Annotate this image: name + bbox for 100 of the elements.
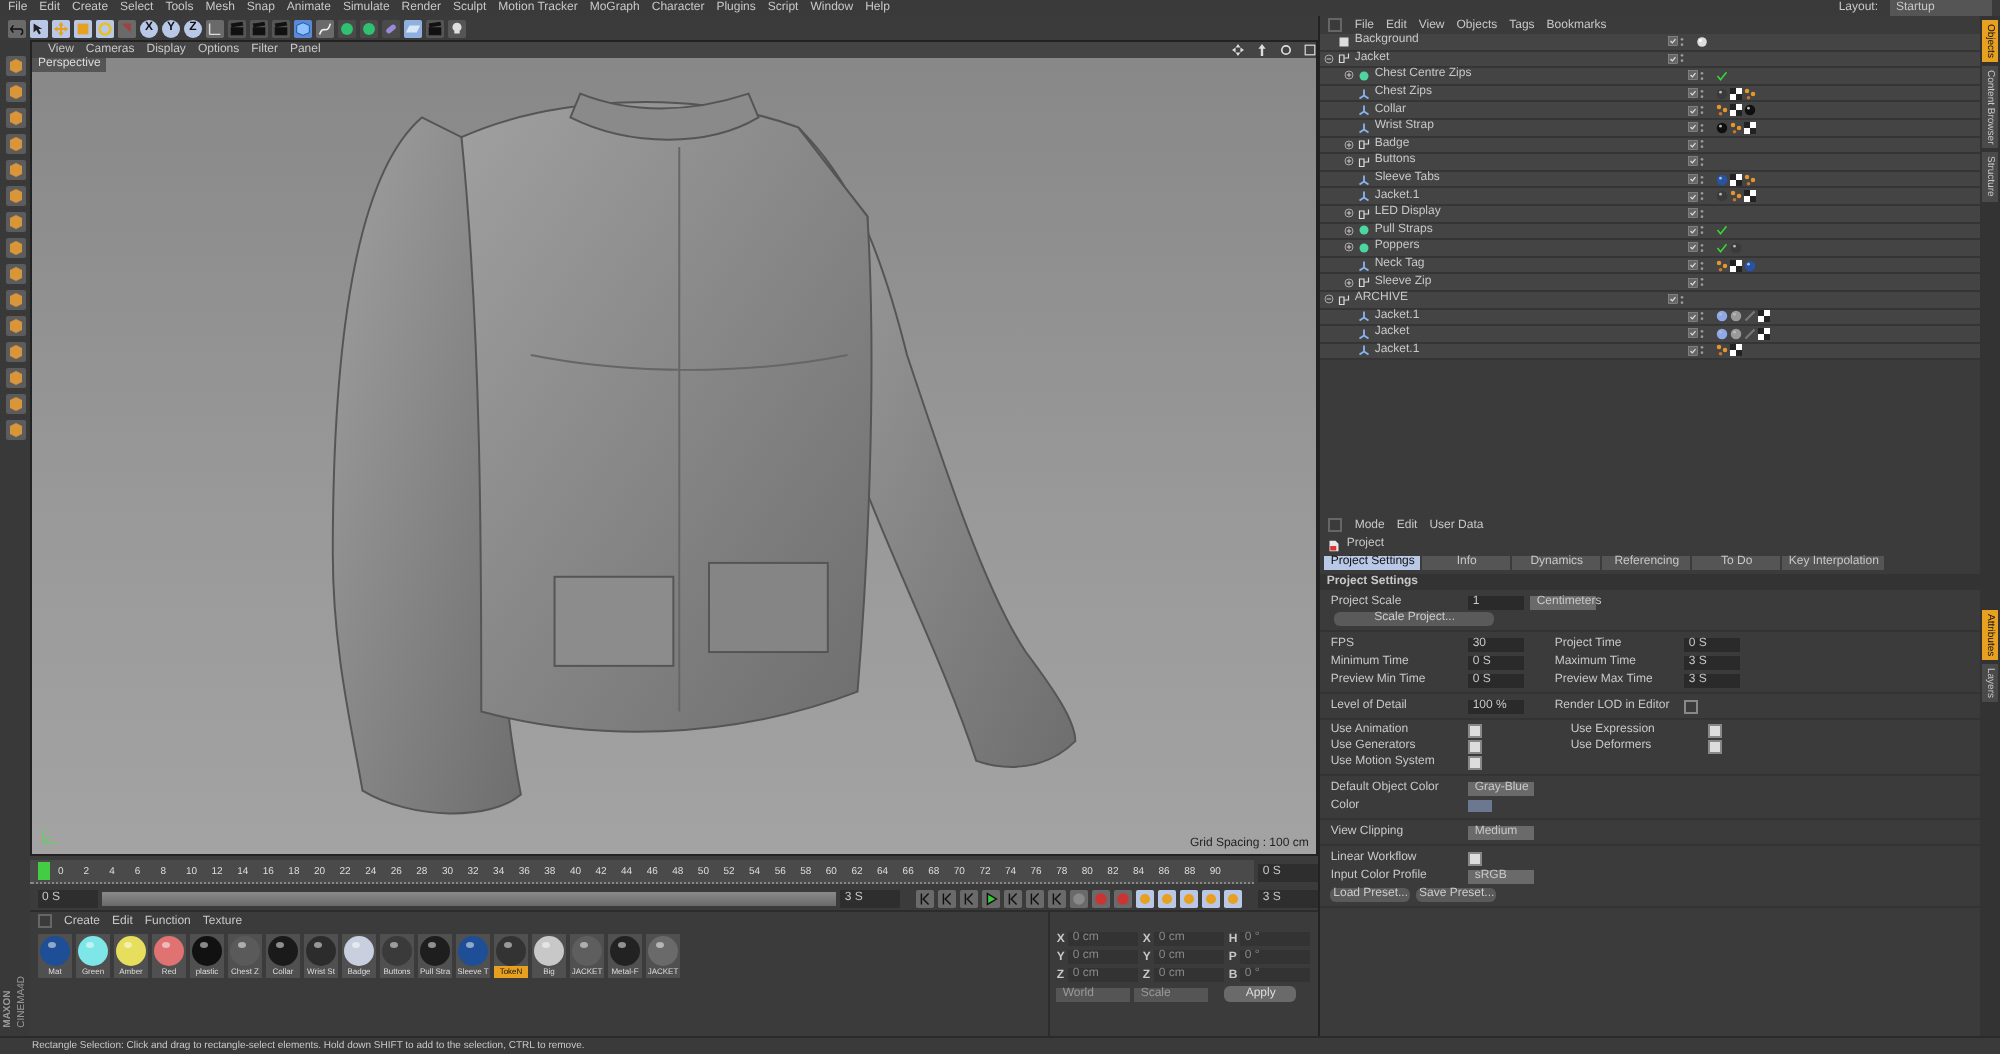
material-preview[interactable]	[40, 936, 70, 966]
clapperboard-icon[interactable]	[272, 19, 290, 37]
key-mode-icon[interactable]	[1202, 889, 1221, 907]
material-preview[interactable]	[648, 936, 678, 966]
material-preview[interactable]	[192, 936, 222, 966]
checker-tag-icon[interactable]	[1730, 173, 1743, 186]
material-preview[interactable]	[78, 936, 108, 966]
cube-icon[interactable]	[294, 19, 312, 37]
checkbox[interactable]	[1708, 740, 1723, 754]
editor-visibility-icon[interactable]	[1688, 225, 1699, 236]
material-tag-icon[interactable]	[1716, 87, 1729, 100]
material-preview[interactable]	[116, 936, 146, 966]
material-preview[interactable]	[230, 936, 260, 966]
material-tag-icon[interactable]	[1744, 104, 1757, 117]
mode-tool-icon[interactable]	[5, 316, 25, 336]
expand-toggle-icon[interactable]	[1324, 294, 1335, 305]
material-preview[interactable]	[572, 936, 602, 966]
checker-tag-icon[interactable]	[1730, 259, 1743, 272]
material-preview[interactable]	[344, 936, 374, 966]
material-preview[interactable]	[420, 936, 450, 966]
transport-icon[interactable]	[1004, 889, 1023, 907]
uvw-tag-icon[interactable]	[1744, 87, 1757, 100]
material-tag-icon[interactable]	[1730, 310, 1743, 323]
checker-tag-icon[interactable]	[1730, 87, 1743, 100]
move-icon[interactable]	[52, 19, 70, 37]
pen-icon[interactable]	[316, 19, 334, 37]
uvw-tag-icon[interactable]	[1744, 173, 1757, 186]
scale-icon[interactable]	[74, 19, 92, 37]
material-preview[interactable]	[534, 936, 564, 966]
preview-range-slider[interactable]	[102, 891, 837, 905]
uvw-tag-icon[interactable]	[1730, 190, 1743, 203]
mode-tool-icon[interactable]	[5, 342, 25, 362]
uvw-tag-icon[interactable]	[1716, 344, 1729, 357]
material-tag-icon[interactable]	[1730, 241, 1743, 254]
maximize-view-icon[interactable]	[1304, 44, 1317, 56]
mode-tool-icon[interactable]	[5, 290, 25, 310]
expand-toggle-icon[interactable]	[1344, 208, 1355, 219]
mode-tool-icon[interactable]	[5, 134, 25, 154]
clapperboard-icon[interactable]	[250, 19, 268, 37]
mode-tool-icon[interactable]	[5, 56, 25, 76]
expand-toggle-icon[interactable]	[1344, 225, 1355, 236]
material-tag-icon[interactable]	[1730, 327, 1743, 340]
editor-visibility-icon[interactable]	[1688, 328, 1699, 339]
expand-toggle-icon[interactable]	[1344, 277, 1355, 288]
editor-visibility-icon[interactable]	[1688, 156, 1699, 167]
editor-visibility-icon[interactable]	[1668, 53, 1679, 64]
material-preview[interactable]	[154, 936, 184, 966]
key-mode-icon[interactable]	[1180, 889, 1199, 907]
checker-tag-icon[interactable]	[1744, 190, 1757, 203]
mode-tool-icon[interactable]	[5, 368, 25, 388]
transport-icon[interactable]	[938, 889, 957, 907]
mode-tool-icon[interactable]	[5, 108, 25, 128]
material-preview[interactable]	[610, 936, 640, 966]
mode-tool-icon[interactable]	[5, 264, 25, 284]
editor-visibility-icon[interactable]	[1688, 242, 1699, 253]
editor-visibility-icon[interactable]	[1688, 139, 1699, 150]
transport-icon[interactable]	[960, 889, 979, 907]
mode-tool-icon[interactable]	[5, 212, 25, 232]
checker-tag-icon[interactable]	[1730, 344, 1743, 357]
visibility-dots-icon[interactable]	[1680, 293, 1685, 306]
mode-tool-icon[interactable]	[5, 420, 25, 440]
expand-toggle-icon[interactable]	[1344, 156, 1355, 167]
capsule-icon[interactable]	[382, 19, 400, 37]
rotate-icon[interactable]	[96, 19, 114, 37]
key-mode-icon[interactable]	[1224, 889, 1243, 907]
rotate-view-icon[interactable]	[1280, 44, 1293, 56]
editor-visibility-icon[interactable]	[1668, 294, 1679, 305]
material-tag-icon[interactable]	[1716, 310, 1729, 323]
mode-tool-icon[interactable]	[5, 82, 25, 102]
editor-visibility-icon[interactable]	[1668, 36, 1679, 47]
uvw-tag-icon[interactable]	[1716, 104, 1729, 117]
material-tag-icon[interactable]	[1716, 327, 1729, 340]
zoom-view-icon[interactable]	[1256, 44, 1269, 56]
editor-visibility-icon[interactable]	[1688, 311, 1699, 322]
expand-toggle-icon[interactable]	[1344, 139, 1355, 150]
material-tag-icon[interactable]	[1716, 173, 1729, 186]
transport-icon[interactable]	[916, 889, 935, 907]
editor-visibility-icon[interactable]	[1688, 174, 1699, 185]
undo-icon[interactable]	[8, 19, 26, 37]
key-mode-icon[interactable]	[1136, 889, 1155, 907]
move-view-icon[interactable]	[1232, 44, 1245, 56]
material-tag-icon[interactable]	[1744, 259, 1757, 272]
mode-tool-icon[interactable]	[5, 238, 25, 258]
material-preview[interactable]	[306, 936, 336, 966]
checkbox[interactable]	[1708, 724, 1723, 738]
editor-visibility-icon[interactable]	[1688, 88, 1699, 99]
editor-visibility-icon[interactable]	[1688, 191, 1699, 202]
checker-tag-icon[interactable]	[1744, 121, 1757, 134]
mode-tool-icon[interactable]	[5, 160, 25, 180]
floor-grid-icon[interactable]	[404, 19, 422, 37]
selection-arrow-icon[interactable]	[30, 19, 48, 37]
material-tag-icon[interactable]	[1716, 121, 1729, 134]
checker-tag-icon[interactable]	[1758, 310, 1771, 323]
material-preview[interactable]	[268, 936, 298, 966]
material-preview[interactable]	[382, 936, 412, 966]
material-preview[interactable]	[458, 936, 488, 966]
checkbox[interactable]	[1468, 724, 1483, 738]
checkbox[interactable]	[1468, 756, 1483, 770]
material-preview[interactable]	[496, 936, 526, 966]
record-key-icon[interactable]	[1070, 889, 1089, 907]
